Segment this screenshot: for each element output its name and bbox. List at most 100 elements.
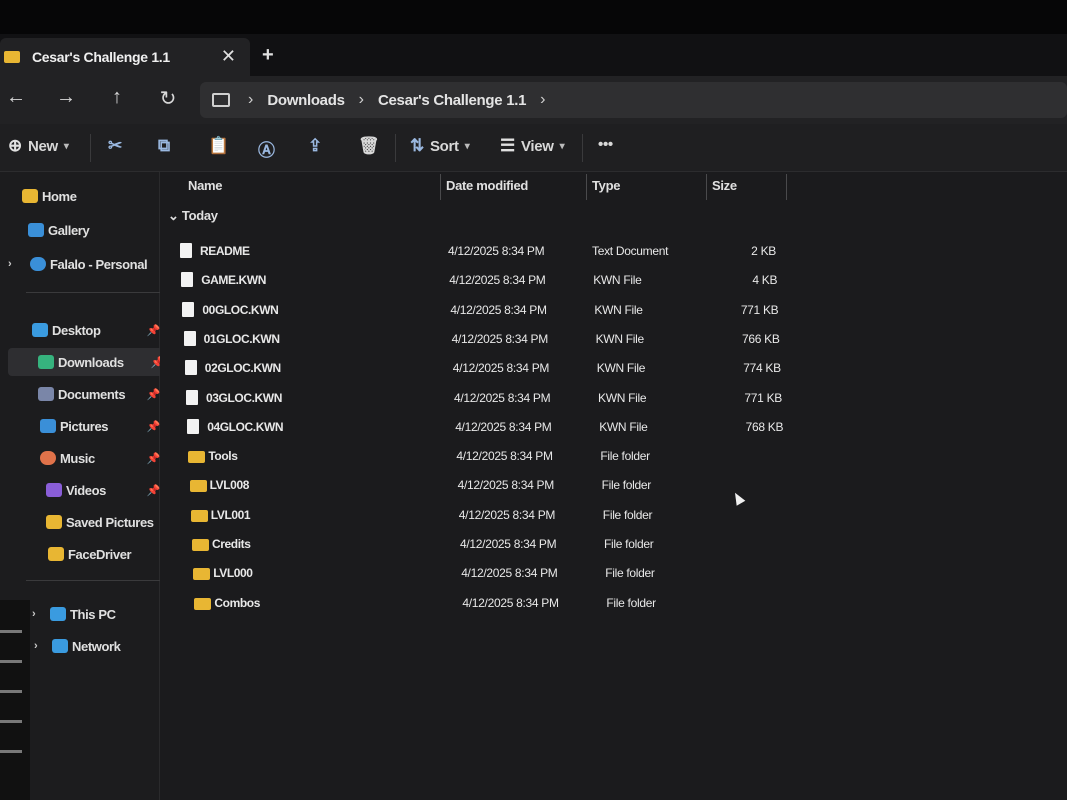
- tab-current[interactable]: Cesar's Challenge 1.1 ✕: [0, 38, 250, 76]
- folder-row[interactable]: LVL001 4/12/2025 8:34 PM File folder: [190, 502, 811, 528]
- sidebar-item-videos[interactable]: Videos 📌: [46, 476, 160, 504]
- close-icon[interactable]: ✕: [221, 46, 236, 67]
- column-header-date-modified[interactable]: Date modified: [446, 178, 528, 204]
- view-button[interactable]: ☰ View ▾: [500, 136, 565, 156]
- column-divider[interactable]: [786, 174, 787, 200]
- pin-icon: 📌: [146, 324, 161, 337]
- file-row[interactable]: 04GLOC.KWN 4/12/2025 8:34 PM KWN File 768 K…: [187, 414, 807, 440]
- folder-row[interactable]: LVL000 4/12/2025 8:34 PM File folder: [193, 560, 813, 586]
- file-type: File folder: [602, 507, 653, 522]
- folder-row[interactable]: LVL008 4/12/2025 8:34 PM File folder: [189, 472, 810, 498]
- view-label: View: [520, 137, 554, 155]
- rename-button[interactable]: Ⓐ: [258, 136, 275, 161]
- folder-row[interactable]: Tools 4/12/2025 8:34 PM File folder: [188, 443, 808, 469]
- plus-circle-icon: ⊕: [8, 136, 22, 155]
- file-row[interactable]: 00GLOC.KWN 4/12/2025 8:34 PM KWN File 771 K…: [182, 297, 802, 323]
- document-icon: [181, 272, 194, 288]
- column-divider[interactable]: [706, 174, 707, 200]
- more-options-button[interactable]: •••: [598, 136, 613, 153]
- column-divider[interactable]: [440, 174, 441, 200]
- divider: [26, 292, 166, 293]
- pin-icon: 📌: [146, 420, 161, 433]
- new-button[interactable]: ⊕ New ▾: [8, 136, 69, 156]
- sidebar-item-label: Pictures: [60, 418, 109, 434]
- monitor-bezel: [0, 0, 1067, 34]
- group-label: Today: [181, 208, 218, 223]
- more-icon: •••: [598, 136, 613, 153]
- folder-icon: [192, 539, 209, 551]
- chevron-right-icon[interactable]: ›: [540, 91, 545, 109]
- file-type: File folder: [601, 478, 652, 493]
- file-row[interactable]: 02GLOC.KWN 4/12/2025 8:34 PM KWN File 774 K…: [184, 355, 805, 381]
- file-type: KWN File: [598, 390, 647, 405]
- file-type: KWN File: [596, 361, 646, 376]
- breadcrumb-current-folder[interactable]: Cesar's Challenge 1.1: [378, 92, 526, 109]
- file-date-modified: 4/12/2025 8:34 PM: [460, 537, 557, 551]
- sidebar-item-documents[interactable]: Documents 📌: [38, 380, 160, 408]
- file-row[interactable]: 03GLOC.KWN 4/12/2025 8:34 PM KWN File 771 K…: [186, 385, 806, 411]
- file-row[interactable]: 01GLOC.KWN 4/12/2025 8:34 PM KWN File 766 K…: [183, 326, 804, 352]
- copy-button[interactable]: ⧉: [158, 136, 170, 156]
- document-icon: [184, 360, 197, 376]
- chevron-right-icon[interactable]: ›: [248, 91, 253, 109]
- sidebar-item-label: Downloads: [58, 354, 124, 370]
- file-date-modified: 4/12/2025 8:34 PM: [461, 566, 558, 581]
- folder-icon: [4, 51, 20, 63]
- sidebar-item-network[interactable]: › Network: [34, 632, 160, 660]
- document-icon: [182, 301, 195, 317]
- network-icon: [52, 639, 68, 653]
- sidebar-item-onedrive[interactable]: › Falalo - Personal: [8, 250, 165, 278]
- refresh-button[interactable]: ↻: [154, 86, 182, 111]
- file-row[interactable]: GAME.KWN 4/12/2025 8:34 PM KWN File 4 KB: [181, 267, 801, 293]
- sidebar-item-saved-pictures[interactable]: Saved Pictures: [46, 508, 160, 536]
- folder-row[interactable]: Combos 4/12/2025 8:34 PM File folder: [194, 590, 814, 616]
- file-type: File folder: [600, 449, 650, 464]
- file-size: 771 KB: [740, 302, 779, 317]
- sidebar-item-downloads[interactable]: Downloads 📌: [8, 348, 164, 376]
- pc-icon: [212, 93, 230, 107]
- address-bar[interactable]: › Downloads › Cesar's Challenge 1.1 ›: [200, 82, 1067, 118]
- sort-button[interactable]: ⇅ Sort ▾: [410, 136, 470, 156]
- breadcrumb-downloads[interactable]: Downloads: [267, 92, 345, 109]
- column-header-name[interactable]: Name: [188, 178, 223, 204]
- tab-bar: Cesar's Challenge 1.1 ✕ +: [0, 34, 1067, 76]
- file-date-modified: 4/12/2025 8:34 PM: [456, 449, 553, 464]
- share-button[interactable]: ⇪: [308, 136, 322, 156]
- new-tab-button[interactable]: +: [262, 44, 274, 67]
- file-size: 774 KB: [743, 361, 781, 376]
- sidebar-item-home[interactable]: Home: [22, 182, 177, 210]
- forward-button[interactable]: →: [52, 86, 80, 109]
- sidebar-item-desktop[interactable]: Desktop 📌: [32, 316, 160, 344]
- cloud-icon: [30, 257, 46, 271]
- back-button[interactable]: ←: [2, 86, 30, 109]
- file-date-modified: 4/12/2025 8:34 PM: [458, 507, 556, 522]
- sidebar-item-facedriver[interactable]: FaceDriver: [48, 540, 160, 568]
- sidebar-item-label: This PC: [70, 606, 116, 622]
- gallery-icon: [28, 223, 44, 237]
- cut-button[interactable]: ✂: [108, 136, 122, 156]
- folder-icon: [194, 597, 212, 610]
- up-button[interactable]: ↑: [103, 86, 131, 109]
- sidebar-item-pictures[interactable]: Pictures 📌: [40, 412, 160, 440]
- file-size: 766 KB: [742, 331, 780, 346]
- folder-row[interactable]: Credits 4/12/2025 8:34 PM File folder: [192, 531, 812, 557]
- delete-button[interactable]: 🗑: [358, 136, 380, 156]
- chevron-right-icon[interactable]: ›: [8, 258, 12, 270]
- group-header-today[interactable]: ⌄ Today: [168, 208, 218, 224]
- sidebar-item-label: Videos: [66, 482, 106, 498]
- file-row[interactable]: README 4/12/2025 8:34 PM Text Document 2 KB: [180, 238, 800, 264]
- music-icon: [40, 451, 56, 465]
- column-header-type[interactable]: Type: [592, 178, 620, 204]
- column-divider[interactable]: [586, 174, 587, 200]
- chevron-right-icon[interactable]: ›: [32, 608, 36, 620]
- chevron-right-icon[interactable]: ›: [34, 640, 38, 652]
- sidebar-item-this-pc[interactable]: › This PC: [32, 600, 160, 628]
- sidebar-item-music[interactable]: Music 📌: [40, 444, 160, 472]
- file-type: Text Document: [592, 244, 669, 258]
- pin-icon: 📌: [146, 452, 161, 465]
- paste-button[interactable]: 📋: [208, 136, 229, 156]
- chevron-down-icon: ▾: [63, 140, 69, 152]
- chevron-right-icon[interactable]: ›: [359, 91, 364, 109]
- file-name: LVL000: [213, 566, 253, 581]
- column-header-size[interactable]: Size: [712, 178, 737, 204]
